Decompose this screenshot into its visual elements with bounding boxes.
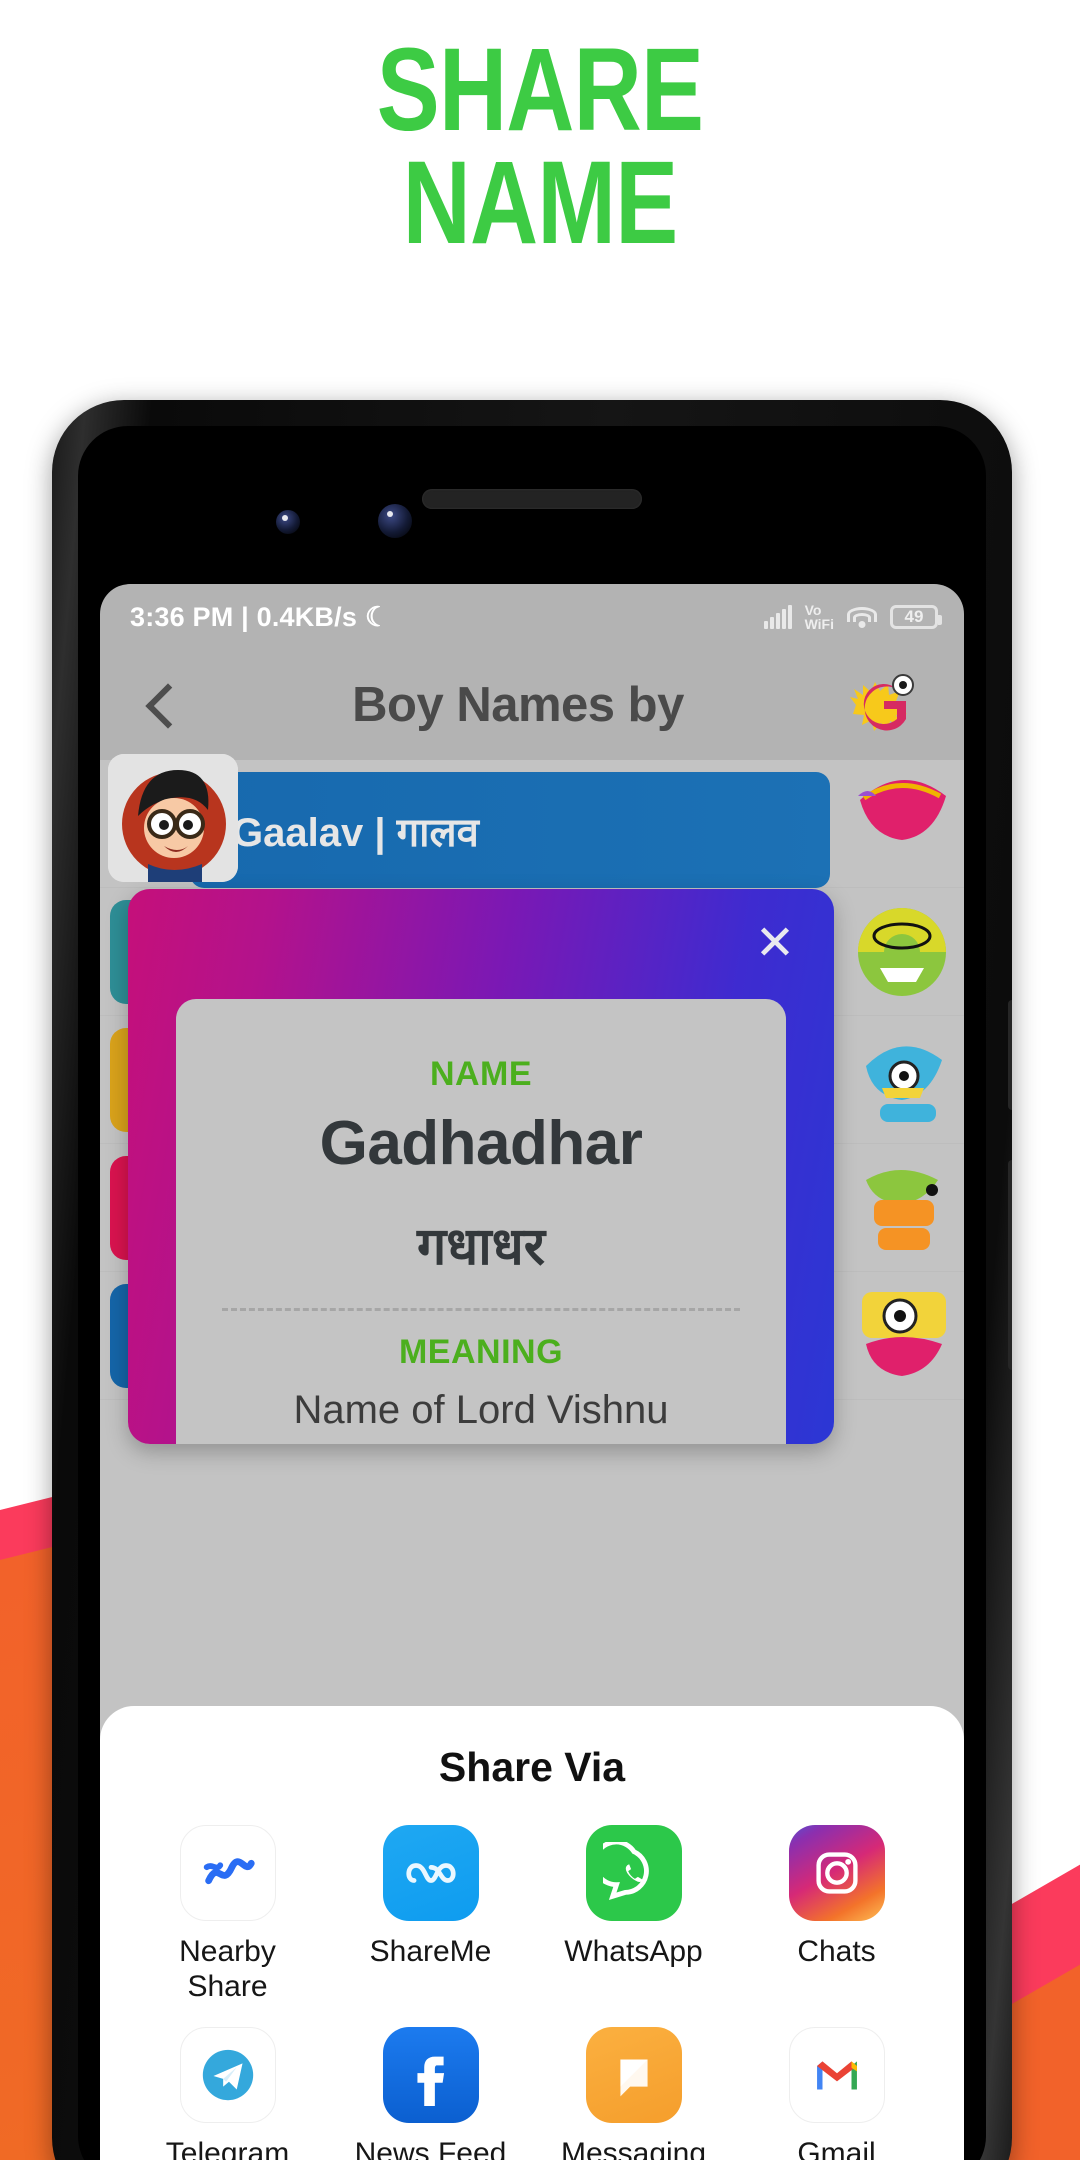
phone-mockup: 3:36 PM | 0.4KB/s ☾ Vo WiFi 49 Boy Names… [52,400,1012,2160]
phone-screen-bezel: 3:36 PM | 0.4KB/s ☾ Vo WiFi 49 Boy Names… [78,426,986,2160]
creature-illustration-icon [850,1282,954,1388]
wifi-icon [847,606,877,628]
whatsapp-icon [585,1825,682,1921]
earpiece-speaker [422,489,642,509]
status-bar: 3:36 PM | 0.4KB/s ☾ Vo WiFi 49 [100,584,964,650]
share-sheet-title: Share Via [438,1744,626,1790]
creature-illustration-icon [850,1026,954,1132]
promo-headline: SHARE NAME [108,31,972,270]
volte-line-2: WiFi [804,616,834,632]
signal-bars-icon [763,605,792,629]
sensor-icon [276,510,300,534]
avatar [108,754,238,882]
telegram-icon [179,2026,276,2123]
creature-illustration-icon [850,1154,954,1260]
status-bar-right: Vo WiFi 49 [763,603,942,632]
name-value: Gadhadhar [319,1109,643,1178]
share-app-grid: Nearby Share ShareMe WhatsApp Chats Tele… [100,1825,964,2160]
shareme-icon [382,1825,479,1921]
share-target-label: Gmail [797,2136,876,2160]
share-target-nearby-share[interactable]: Nearby Share [126,1825,329,2005]
share-target-chats[interactable]: Chats [735,1825,938,2005]
volte-wifi-icon: Vo WiFi [805,603,834,632]
promo-screenshot: SHARE NAME 3:36 PM | 0.4KB/s ☾ Vo WiFi 4… [0,0,1080,2160]
front-camera-icon [378,504,412,538]
messaging-icon [585,2026,682,2123]
close-icon[interactable]: ✕ [750,919,800,969]
name-value-hindi: गधाधर [417,1218,545,1276]
battery-level: 49 [904,607,924,626]
share-sheet: Share Via Nearby Share ShareMe WhatsApp … [100,1706,964,2160]
instagram-icon [788,1825,885,1921]
share-target-gmail[interactable]: Gmail [735,2026,938,2160]
share-target-news-feed[interactable]: News Feed [329,2026,532,2160]
moon-icon: ☾ [365,601,390,632]
share-target-label: Telegram [165,2136,290,2160]
name-detail-sheet: NAME Gadhadhar गधाधर MEANING Name of Lor… [176,999,786,1444]
status-time-network: 3:36 PM | 0.4KB/s [130,601,358,632]
nearby-share-icon [179,1825,276,1921]
g-logo-icon [848,669,920,741]
share-target-label: ShareMe [369,1935,492,1968]
status-bar-left: 3:36 PM | 0.4KB/s ☾ [130,602,389,633]
name-label: NAME [429,1055,533,1093]
share-target-messaging[interactable]: Messaging [532,2026,735,2160]
share-target-label: News Feed [354,2136,507,2160]
back-chevron-icon[interactable] [136,682,182,728]
volume-button[interactable] [1008,1000,1012,1110]
app-header: Boy Names by [100,650,964,760]
share-target-shareme[interactable]: ShareMe [329,1825,532,2005]
share-target-whatsapp[interactable]: WhatsApp [532,1825,735,2005]
share-target-telegram[interactable]: Telegram [126,2026,329,2160]
creature-illustration-icon [850,898,954,1004]
headline-line-1: SHARE [376,24,704,156]
divider [222,1308,740,1311]
share-target-label: Nearby Share [179,1935,276,2003]
power-button[interactable] [1008,1160,1012,1370]
facebook-icon [382,2026,479,2123]
page-title: Boy Names by [352,678,684,732]
share-target-label: Messaging [560,2136,707,2160]
featured-name-card[interactable]: Gaalav | गालव [190,772,830,888]
share-target-label: WhatsApp [564,1935,703,1968]
share-target-label: Chats [797,1935,876,1968]
featured-name-text: Gaalav | गालव [232,810,479,855]
meaning-value: Name of Lord Vishnu [293,1388,669,1432]
meaning-label: MEANING [398,1333,564,1371]
gmail-icon [788,2026,885,2123]
battery-icon: 49 [890,605,942,629]
name-detail-modal: ✕ NAME Gadhadhar गधाधर MEANING Name of L… [128,889,834,1444]
app-screen: 3:36 PM | 0.4KB/s ☾ Vo WiFi 49 Boy Names… [100,584,964,2160]
creature-illustration-icon [850,770,954,876]
headline-line-2: NAME [402,137,679,270]
